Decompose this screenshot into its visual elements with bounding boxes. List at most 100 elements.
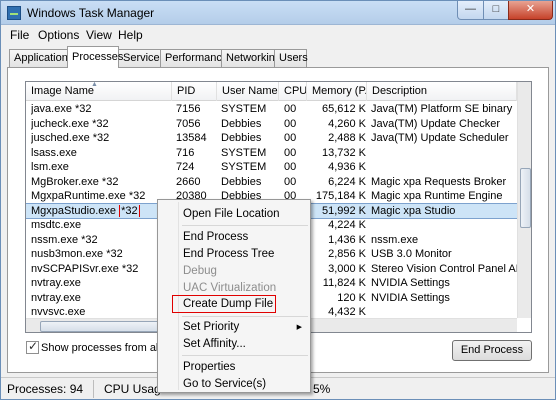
process-name: java.exe *32 [31,103,92,115]
tab-services[interactable]: Services [118,49,165,67]
process-memory: 4,260 K [328,117,366,130]
menu-help[interactable]: Help [118,28,143,42]
sort-ascending-icon: ▲ [91,82,98,88]
tab-processes[interactable]: Processes [67,46,123,68]
process-memory: 3,000 K [328,262,366,275]
process-name: MgxpaStudio.exe *32 [31,204,140,217]
process-cpu: 00 [284,132,297,144]
show-all-processes-checkbox[interactable] [26,339,39,354]
menu-bar: File Options View Help [1,25,555,45]
menu-separator [182,225,308,226]
process-name: nvtray.exe [31,291,81,304]
close-button[interactable]: ✕ [508,1,553,20]
window-title: Windows Task Manager [27,6,155,20]
process-cpu: 00 [284,146,297,159]
column-memory[interactable]: Memory (P... [307,82,367,101]
tab-performance[interactable]: Performance [160,49,228,67]
menu-go-to-services[interactable]: Go to Service(s) [183,378,266,390]
process-description: Magic xpa Studio [371,204,456,217]
process-user: Debbies [221,117,262,130]
process-name: lsass.exe [31,146,77,159]
process-name: msdtc.exe [31,219,82,231]
process-name: nusb3mon.exe *32 [31,248,123,260]
process-description: Java(TM) Update Checker [371,117,500,130]
process-pid: 724 [176,161,195,173]
column-label: Image Name [31,85,94,97]
column-image-name[interactable]: ▲ Image Name [26,82,172,101]
vertical-scrollbar[interactable] [517,82,531,318]
process-row[interactable]: lsass.exe 716 SYSTEM 00 13,732 K [26,146,517,161]
menu-separator [182,355,308,356]
tab-users[interactable]: Users [274,49,308,67]
vertical-scroll-thumb[interactable] [520,168,531,228]
menu-end-process[interactable]: End Process [183,231,248,243]
title-bar[interactable]: Windows Task Manager — □ ✕ [1,1,555,25]
menu-end-process-tree[interactable]: End Process Tree [183,248,274,260]
process-user: SYSTEM [221,103,267,115]
process-name: jusched.exe *32 [31,132,110,144]
process-pid: 2660 [176,175,201,188]
process-row[interactable]: jusched.exe *32 13584 Debbies 00 2,488 K Java… [26,131,517,146]
task-manager-icon [7,6,21,20]
process-memory: 4,224 K [328,219,366,231]
process-memory: 4,936 K [328,161,366,173]
process-memory: 4,432 K [328,306,366,318]
menu-set-affinity[interactable]: Set Affinity... [183,338,246,350]
process-name: lsm.exe [31,161,69,173]
menu-file[interactable]: File [10,28,29,42]
process-name: jucheck.exe *32 [31,117,109,130]
process-user: Debbies [221,132,262,144]
status-divider [93,380,94,398]
process-memory: 13,732 K [321,146,366,159]
process-pid: 7056 [176,117,201,130]
menu-properties[interactable]: Properties [183,361,235,373]
process-row[interactable]: java.exe *32 7156 SYSTEM 00 65,612 K Java(TM)… [26,102,517,117]
process-memory: 51,992 K [321,204,366,217]
process-row[interactable]: MgBroker.exe *32 2660 Debbies 00 6,224 K Magi… [26,175,517,190]
process-description: NVIDIA Settings [371,277,450,289]
column-pid[interactable]: PID [172,82,217,101]
process-memory: 6,224 K [328,175,366,188]
process-memory: 2,856 K [328,248,366,260]
process-row[interactable]: jucheck.exe *32 7056 Debbies 00 4,260 K Java(… [26,117,517,132]
process-name: MgxpaRuntime.exe *32 [31,190,146,202]
process-cpu: 00 [284,161,297,173]
minimize-button[interactable]: — [457,1,484,20]
menu-separator [182,316,308,317]
process-pid: 716 [176,146,195,159]
process-user: SYSTEM [221,161,267,173]
process-user: SYSTEM [221,146,267,159]
process-description: nssm.exe [371,233,419,246]
process-name: nssm.exe *32 [31,233,98,246]
menu-create-dump-file[interactable]: Create Dump File [183,298,273,310]
tab-networking[interactable]: Networking [221,49,281,67]
menu-set-priority[interactable]: Set Priority [183,321,239,333]
process-memory: 120 K [337,291,366,304]
context-menu: Open File Location End Process End Proce… [157,199,311,393]
menu-options[interactable]: Options [38,28,79,42]
process-row[interactable]: lsm.exe 724 SYSTEM 00 4,936 K [26,160,517,175]
process-name: nvtray.exe [31,277,81,289]
maximize-button[interactable]: □ [483,1,509,20]
process-pid: 7156 [176,103,201,115]
column-description[interactable]: Description [367,82,517,101]
process-description: Magic xpa Requests Broker [371,175,507,188]
process-memory: 1,436 K [328,233,366,246]
process-pid: 13584 [176,132,207,144]
process-cpu: 00 [284,103,297,115]
menu-open-file-location[interactable]: Open File Location [183,208,280,220]
process-description: Magic xpa Runtime Engine [371,190,503,202]
tab-applications[interactable]: Applications [9,49,73,67]
process-description: USB 3.0 Monitor [371,248,452,260]
process-memory: 175,184 K [315,190,366,202]
process-description: NVIDIA Settings [371,291,450,304]
menu-uac-virtualization: UAC Virtualization [183,282,277,294]
process-name: nvSCPAPISvr.exe *32 [31,262,139,275]
column-user-name[interactable]: User Name [217,82,279,101]
process-memory: 65,612 K [321,103,366,115]
process-memory: 11,824 K [322,277,366,289]
list-header: ▲ Image Name PID User Name CPU Memory (P… [26,82,517,101]
column-cpu[interactable]: CPU [279,82,307,101]
end-process-button[interactable]: End Process [452,340,532,361]
menu-view[interactable]: View [86,28,112,42]
